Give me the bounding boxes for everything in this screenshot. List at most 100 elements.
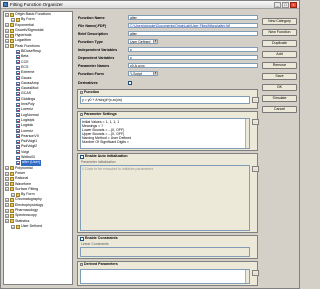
function-icon	[16, 81, 20, 86]
file-name-field[interactable]: C:\Users\jojoske\Documents\OriginLab\Use…	[128, 23, 258, 28]
folder-icon	[10, 28, 14, 33]
function-icon	[16, 60, 20, 65]
function-icon	[16, 92, 20, 97]
function-icon	[16, 118, 20, 123]
expand-icon[interactable]: +	[5, 166, 9, 171]
collapse-icon[interactable]: -	[80, 263, 83, 266]
add-button[interactable]: Add	[262, 51, 297, 58]
edit-derived-button[interactable]: …	[252, 270, 259, 276]
expand-icon[interactable]: +	[5, 176, 9, 181]
function-icon	[16, 113, 20, 118]
expand-icon[interactable]: +	[5, 219, 9, 224]
expand-icon[interactable]: +	[5, 12, 9, 17]
expand-icon[interactable]: +	[5, 213, 9, 218]
dependent-variables-field[interactable]: y	[128, 55, 258, 60]
new-function-button[interactable]: New Function	[262, 29, 297, 36]
function-icon	[16, 70, 20, 75]
function-type-dropdown[interactable]: User Defined ▼	[128, 39, 158, 44]
ok-button[interactable]: OK	[262, 84, 297, 91]
expand-icon[interactable]: +	[11, 224, 15, 229]
function-icon	[16, 145, 20, 150]
parameter-settings-panel: - Parameter Settings Initial Values = 1,…	[77, 111, 259, 151]
expand-icon[interactable]: +	[5, 33, 9, 38]
function-icon	[16, 102, 20, 107]
remove-button[interactable]: Remove	[262, 62, 297, 69]
derivatives-label: Derivatives	[78, 81, 98, 85]
function-icon	[16, 76, 20, 81]
close-button[interactable]: ×	[290, 2, 297, 8]
collapse-icon[interactable]: −	[5, 44, 9, 49]
function-form-dropdown[interactable]: Y-Script ▼	[128, 71, 158, 76]
new-category-button[interactable]: New Category	[262, 18, 297, 25]
folder-icon	[10, 198, 14, 203]
expand-icon[interactable]: +	[5, 39, 9, 44]
expand-icon[interactable]: +	[5, 208, 9, 213]
parameter-names-field[interactable]: y0,A,w,xc	[128, 63, 258, 68]
expand-icon[interactable]: +	[5, 28, 9, 33]
expand-icon[interactable]: +	[11, 192, 15, 197]
vertical-scrollbar[interactable]	[245, 270, 249, 283]
function-panel-header: - Function	[78, 90, 257, 95]
fitting-function-organizer-window: Fitting Function Organizer _ □ × + Origin…	[0, 0, 300, 289]
maximize-button[interactable]: □	[282, 2, 289, 8]
tree-item-label: User Defined	[21, 223, 42, 228]
cancel-button[interactable]: Cancel	[262, 106, 297, 113]
expand-icon[interactable]: +	[5, 187, 9, 192]
function-icon	[16, 160, 20, 165]
expand-icon[interactable]: +	[5, 171, 9, 176]
enable-auto-init-checkbox[interactable]	[80, 154, 84, 159]
independent-variables-field[interactable]: x	[128, 47, 258, 52]
app-icon	[3, 2, 8, 7]
brief-description-field[interactable]: alter	[128, 31, 258, 36]
edit-function-button[interactable]: …	[252, 97, 259, 103]
minimize-button[interactable]: _	[274, 2, 281, 8]
independent-variables-label: Independent Variables	[78, 48, 118, 52]
function-editor[interactable]: y = y0 + A*sin(pi*(x-xc)/w)	[80, 96, 250, 104]
folder-icon	[10, 176, 14, 181]
expand-icon[interactable]: +	[11, 17, 15, 22]
expand-icon[interactable]: +	[5, 182, 9, 187]
expand-icon[interactable]: +	[5, 198, 9, 203]
file-name-label: File Name(.FDF)	[78, 24, 107, 28]
function-name-field[interactable]: alter	[128, 15, 258, 20]
enable-constraints-checkbox[interactable]	[80, 236, 84, 241]
constraints-panel: Enable Constraints Linear Constraints	[77, 235, 258, 259]
duplicate-button[interactable]: Duplicate	[262, 40, 297, 47]
parameter-settings-text[interactable]: Initial Values = 1, 1, 1, 1 Meanings = ? L…	[80, 118, 250, 149]
edit-parameters-button[interactable]: …	[252, 119, 259, 125]
folder-icon	[10, 203, 14, 208]
constraints-label: Enable Constraints	[85, 236, 118, 240]
function-tree[interactable]: + Origin Basic Functions + By Form + Exponent…	[3, 11, 73, 285]
parameter-names-label: Parameter Names	[78, 64, 110, 68]
linear-constraints-label: Linear Constraints	[81, 242, 109, 246]
parameter-setting-line: Number Of Significant Digits =	[82, 140, 129, 144]
auto-init-label: Enable Auto Initialization	[85, 154, 128, 158]
collapse-icon[interactable]: -	[80, 113, 83, 116]
parameter-initialization-label: Parameter Initialization	[81, 160, 116, 164]
function-icon	[16, 134, 20, 139]
save-button[interactable]: Save	[262, 73, 297, 80]
tree-folder[interactable]: + User Defined	[4, 224, 72, 229]
parameter-initialization-editor[interactable]: // Code to be executed to initialize par…	[80, 165, 250, 231]
folder-icon	[10, 33, 14, 38]
derived-parameters-editor[interactable]	[80, 269, 250, 284]
expand-icon[interactable]: +	[5, 23, 9, 28]
folder-icon	[10, 166, 14, 171]
folder-icon	[10, 39, 14, 44]
collapse-icon[interactable]: -	[80, 91, 83, 94]
dependent-variables-label: Dependent Variables	[78, 56, 115, 60]
folder-icon	[10, 213, 14, 218]
edit-init-button[interactable]: …	[252, 166, 259, 172]
title-bar: Fitting Function Organizer _ □ ×	[1, 1, 299, 9]
function-form-value: Y-Script	[130, 72, 143, 76]
folder-icon	[10, 219, 14, 224]
function-icon	[16, 139, 20, 144]
derived-parameters-panel: - Derived Parameters …	[77, 261, 259, 286]
simulate-button[interactable]: Simulate	[262, 95, 297, 102]
expand-icon[interactable]: +	[5, 203, 9, 208]
vertical-scrollbar[interactable]	[245, 119, 249, 148]
function-icon	[16, 86, 20, 91]
derivatives-checkbox[interactable]	[128, 81, 132, 85]
folder-icon	[16, 17, 20, 22]
linear-constraints-editor[interactable]	[80, 247, 250, 257]
